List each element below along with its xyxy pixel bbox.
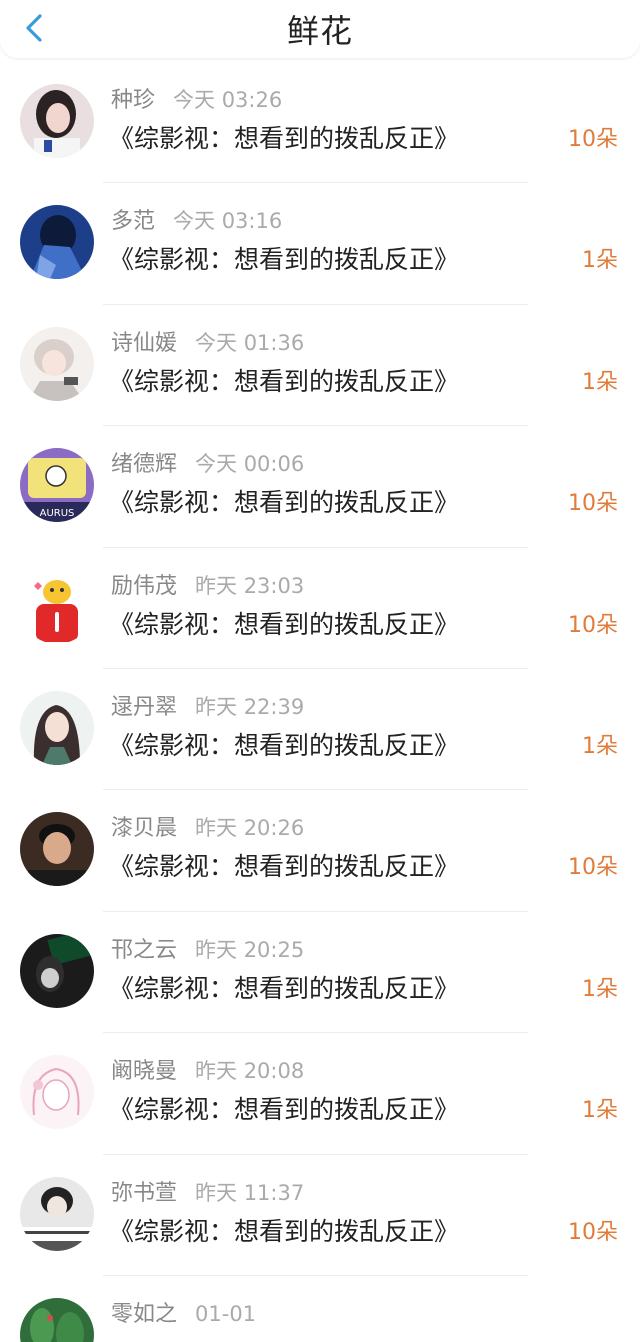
avatar[interactable] [20, 690, 94, 765]
avatar[interactable] [20, 569, 94, 644]
list-item[interactable]: 邗之云 昨天 20:25 《综影视：想看到的拨乱反正》 1朵 [0, 912, 640, 1034]
list-item[interactable]: 弥书萱 昨天 11:37 《综影视：想看到的拨乱反正》 10朵 [0, 1155, 640, 1276]
sender-name: 励伟茂 [111, 573, 178, 599]
sender-name: 诗仙媛 [111, 330, 178, 356]
flower-count: 1朵 [582, 1098, 618, 1124]
avatar[interactable] [20, 205, 94, 280]
sender-name: 邗之云 [111, 937, 178, 963]
avatar[interactable] [20, 84, 94, 158]
flower-count: 10朵 [568, 612, 618, 638]
flower-count: 10朵 [568, 491, 618, 517]
list-item[interactable]: 励伟茂 昨天 23:03 《综影视：想看到的拨乱反正》 10朵 [0, 548, 640, 669]
send-time: 昨天 23:03 [195, 573, 305, 598]
book-title[interactable]: 《综影视：想看到的拨乱反正》 [109, 243, 459, 277]
sender-name: 种珍 [111, 88, 156, 113]
flower-count: 1朵 [582, 369, 618, 395]
flower-count: 10朵 [568, 855, 618, 881]
send-time: 昨天 20:08 [195, 1059, 305, 1084]
avatar[interactable] [20, 1297, 94, 1342]
send-time: 今天 01:36 [195, 330, 305, 355]
sender-name: 绪德辉 [111, 452, 178, 478]
send-time: 昨天 11:37 [195, 1180, 305, 1205]
list-item[interactable]: 逯丹翠 昨天 22:39 《综影视：想看到的拨乱反正》 1朵 [0, 669, 640, 791]
book-title[interactable]: 《综影视：想看到的拨乱反正》 [109, 850, 459, 884]
list-item[interactable]: 零如之 01-01 [0, 1276, 640, 1342]
book-title[interactable]: 《综影视：想看到的拨乱反正》 [109, 1215, 459, 1249]
avatar[interactable]: AURUS [20, 448, 94, 523]
sender-name: 零如之 [111, 1301, 178, 1327]
book-title[interactable]: 《综影视：想看到的拨乱反正》 [109, 729, 459, 763]
sender-info: 零如之 01-01 [111, 1298, 256, 1330]
send-time: 昨天 22:39 [195, 694, 305, 719]
sender-name: 阚晓曼 [111, 1059, 178, 1085]
sender-info: 弥书萱 昨天 11:37 [111, 1177, 304, 1209]
send-time: 今天 00:06 [195, 452, 305, 477]
book-title[interactable]: 《综影视：想看到的拨乱反正》 [109, 365, 459, 399]
app-root: 鲜花 种珍 今天 03:26 《综影视：想看到的拨乱反正》 10朵 多范 今天 … [0, 0, 640, 1342]
send-time: 昨天 20:25 [195, 937, 305, 962]
sender-name: 弥书萱 [111, 1180, 178, 1206]
sender-info: 阚晓曼 昨天 20:08 [111, 1055, 304, 1087]
sender-info: 诗仙媛 今天 01:36 [111, 327, 304, 359]
flower-list: 种珍 今天 03:26 《综影视：想看到的拨乱反正》 10朵 多范 今天 03:16… [0, 62, 640, 1342]
sender-info: 励伟茂 昨天 23:03 [111, 570, 304, 602]
book-title[interactable]: 《综影视：想看到的拨乱反正》 [109, 608, 459, 642]
avatar[interactable] [20, 326, 94, 401]
avatar[interactable] [20, 933, 94, 1008]
sender-info: 种珍 今天 03:26 [111, 84, 282, 116]
sender-info: 逯丹翠 昨天 22:39 [111, 691, 304, 723]
list-item[interactable]: 种珍 今天 03:26 《综影视：想看到的拨乱反正》 10朵 [0, 62, 640, 184]
sender-name: 多范 [111, 209, 156, 235]
list-item[interactable]: 漆贝晨 昨天 20:26 《综影视：想看到的拨乱反正》 10朵 [0, 790, 640, 912]
sender-info: 绪德辉 今天 00:06 [111, 448, 304, 480]
book-title[interactable]: 《综影视：想看到的拨乱反正》 [109, 1093, 459, 1127]
list-item[interactable]: 多范 今天 03:16 《综影视：想看到的拨乱反正》 1朵 [0, 183, 640, 305]
avatar[interactable] [20, 812, 94, 887]
book-title[interactable]: 《综影视：想看到的拨乱反正》 [109, 972, 459, 1006]
list-item[interactable]: 诗仙媛 今天 01:36 《综影视：想看到的拨乱反正》 1朵 [0, 305, 640, 427]
list-item[interactable]: AURUS 绪德辉 今天 00:06 《综影视：想看到的拨乱反正》 10朵 [0, 426, 640, 548]
sender-name: 漆贝晨 [111, 816, 178, 842]
send-time: 昨天 20:26 [195, 816, 305, 841]
book-title[interactable]: 《综影视：想看到的拨乱反正》 [109, 486, 459, 520]
flower-count: 1朵 [582, 248, 618, 274]
send-time: 今天 03:16 [173, 209, 283, 234]
svg-text:AURUS: AURUS [40, 508, 75, 519]
flower-count: 1朵 [582, 733, 618, 759]
sender-info: 漆贝晨 昨天 20:26 [111, 812, 304, 844]
top-bar: 鲜花 [0, 0, 640, 58]
avatar[interactable] [20, 1176, 94, 1251]
flower-count: 10朵 [568, 127, 618, 152]
sender-info: 邗之云 昨天 20:25 [111, 934, 304, 966]
flower-count: 10朵 [568, 1219, 618, 1245]
send-time: 今天 03:26 [173, 88, 283, 112]
flower-count: 1朵 [582, 976, 618, 1002]
send-time: 01-01 [195, 1301, 257, 1326]
avatar[interactable] [20, 1055, 94, 1130]
sender-info: 多范 今天 03:16 [111, 205, 282, 237]
list-item[interactable]: 阚晓曼 昨天 20:08 《综影视：想看到的拨乱反正》 1朵 [0, 1033, 640, 1155]
book-title[interactable]: 《综影视：想看到的拨乱反正》 [109, 122, 459, 156]
sender-name: 逯丹翠 [111, 694, 178, 720]
page-title: 鲜花 [286, 12, 353, 50]
